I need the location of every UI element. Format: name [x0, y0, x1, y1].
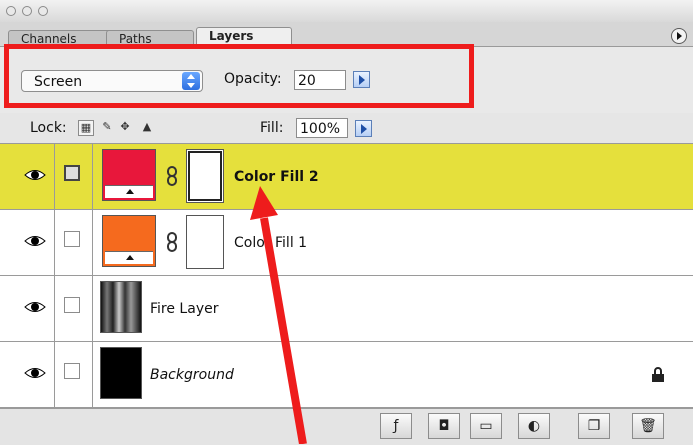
layer-name: Color Fill 2: [234, 169, 319, 185]
new-layer-button[interactable]: ❐: [578, 413, 610, 439]
visibility-eye-icon[interactable]: [24, 166, 46, 184]
color-fill-thumbnail[interactable]: [102, 149, 156, 201]
layer-fire[interactable]: Fire Layer: [0, 276, 693, 342]
layer-link-box[interactable]: [64, 363, 80, 379]
zoom-window-icon[interactable]: [38, 6, 48, 16]
title-bar: [0, 0, 693, 22]
minimize-window-icon[interactable]: [22, 6, 32, 16]
mask-link-chain-icon[interactable]: [166, 166, 178, 186]
column-divider: [92, 144, 93, 210]
visibility-eye-icon[interactable]: [24, 232, 46, 250]
add-mask-button[interactable]: ◘: [428, 413, 460, 439]
thumbnail-slider-icon: [105, 185, 153, 198]
column-divider: [54, 144, 55, 210]
lock-all-icon[interactable]: ▲: [140, 120, 154, 134]
fill-field[interactable]: 100%: [296, 118, 348, 138]
fill-slider-button[interactable]: [355, 120, 372, 137]
layers-panel-window: Channels Paths Layers Screen Opacity: 20…: [0, 0, 693, 445]
fire-image-thumbnail[interactable]: [100, 281, 142, 333]
new-group-button[interactable]: ▭: [470, 413, 502, 439]
lock-transparent-pixels-icon[interactable]: ▦: [78, 120, 94, 136]
layers-list: Color Fill 2 Color Fill 1 Fire Layer Bac…: [0, 144, 693, 408]
lock-row: Lock: ▦ ✎ ✥ ▲ Fill: 100%: [0, 113, 693, 144]
column-divider: [92, 276, 93, 342]
close-window-icon[interactable]: [6, 6, 16, 16]
layer-mask-thumbnail[interactable]: [186, 149, 224, 203]
layer-name: Color Fill 1: [234, 235, 308, 251]
layer-background[interactable]: Background: [0, 342, 693, 408]
layer-link-box[interactable]: [64, 165, 80, 181]
layer-style-button[interactable]: ƒ: [380, 413, 412, 439]
column-divider: [92, 342, 93, 408]
highlight-box: [4, 44, 474, 108]
background-thumbnail[interactable]: [100, 347, 142, 399]
fill-label: Fill:: [260, 120, 284, 136]
visibility-eye-icon[interactable]: [24, 364, 46, 382]
column-divider: [54, 210, 55, 276]
color-fill-thumbnail[interactable]: [102, 215, 156, 267]
column-divider: [54, 342, 55, 408]
layer-color-fill-2[interactable]: Color Fill 2: [0, 144, 693, 210]
panel-menu-icon[interactable]: [671, 28, 687, 44]
lock-position-icon[interactable]: ✥: [118, 120, 132, 134]
column-divider: [54, 276, 55, 342]
column-divider: [92, 210, 93, 276]
lock-image-pixels-icon[interactable]: ✎: [100, 120, 114, 134]
adjustment-layer-button[interactable]: ◐: [518, 413, 550, 439]
delete-layer-button[interactable]: 🗑: [632, 413, 664, 439]
visibility-eye-icon[interactable]: [24, 298, 46, 316]
thumbnail-slider-icon: [105, 251, 153, 264]
layer-name: Background: [150, 367, 234, 383]
lock-icon: [651, 367, 665, 383]
layer-name: Fire Layer: [150, 301, 219, 317]
lock-label: Lock:: [30, 120, 67, 136]
layers-bottom-toolbar: ƒ ◘ ▭ ◐ ❐ 🗑: [0, 408, 693, 445]
layer-link-box[interactable]: [64, 231, 80, 247]
mask-link-chain-icon[interactable]: [166, 232, 178, 252]
layer-color-fill-1[interactable]: Color Fill 1: [0, 210, 693, 276]
layer-mask-thumbnail[interactable]: [186, 215, 224, 269]
layer-link-box[interactable]: [64, 297, 80, 313]
